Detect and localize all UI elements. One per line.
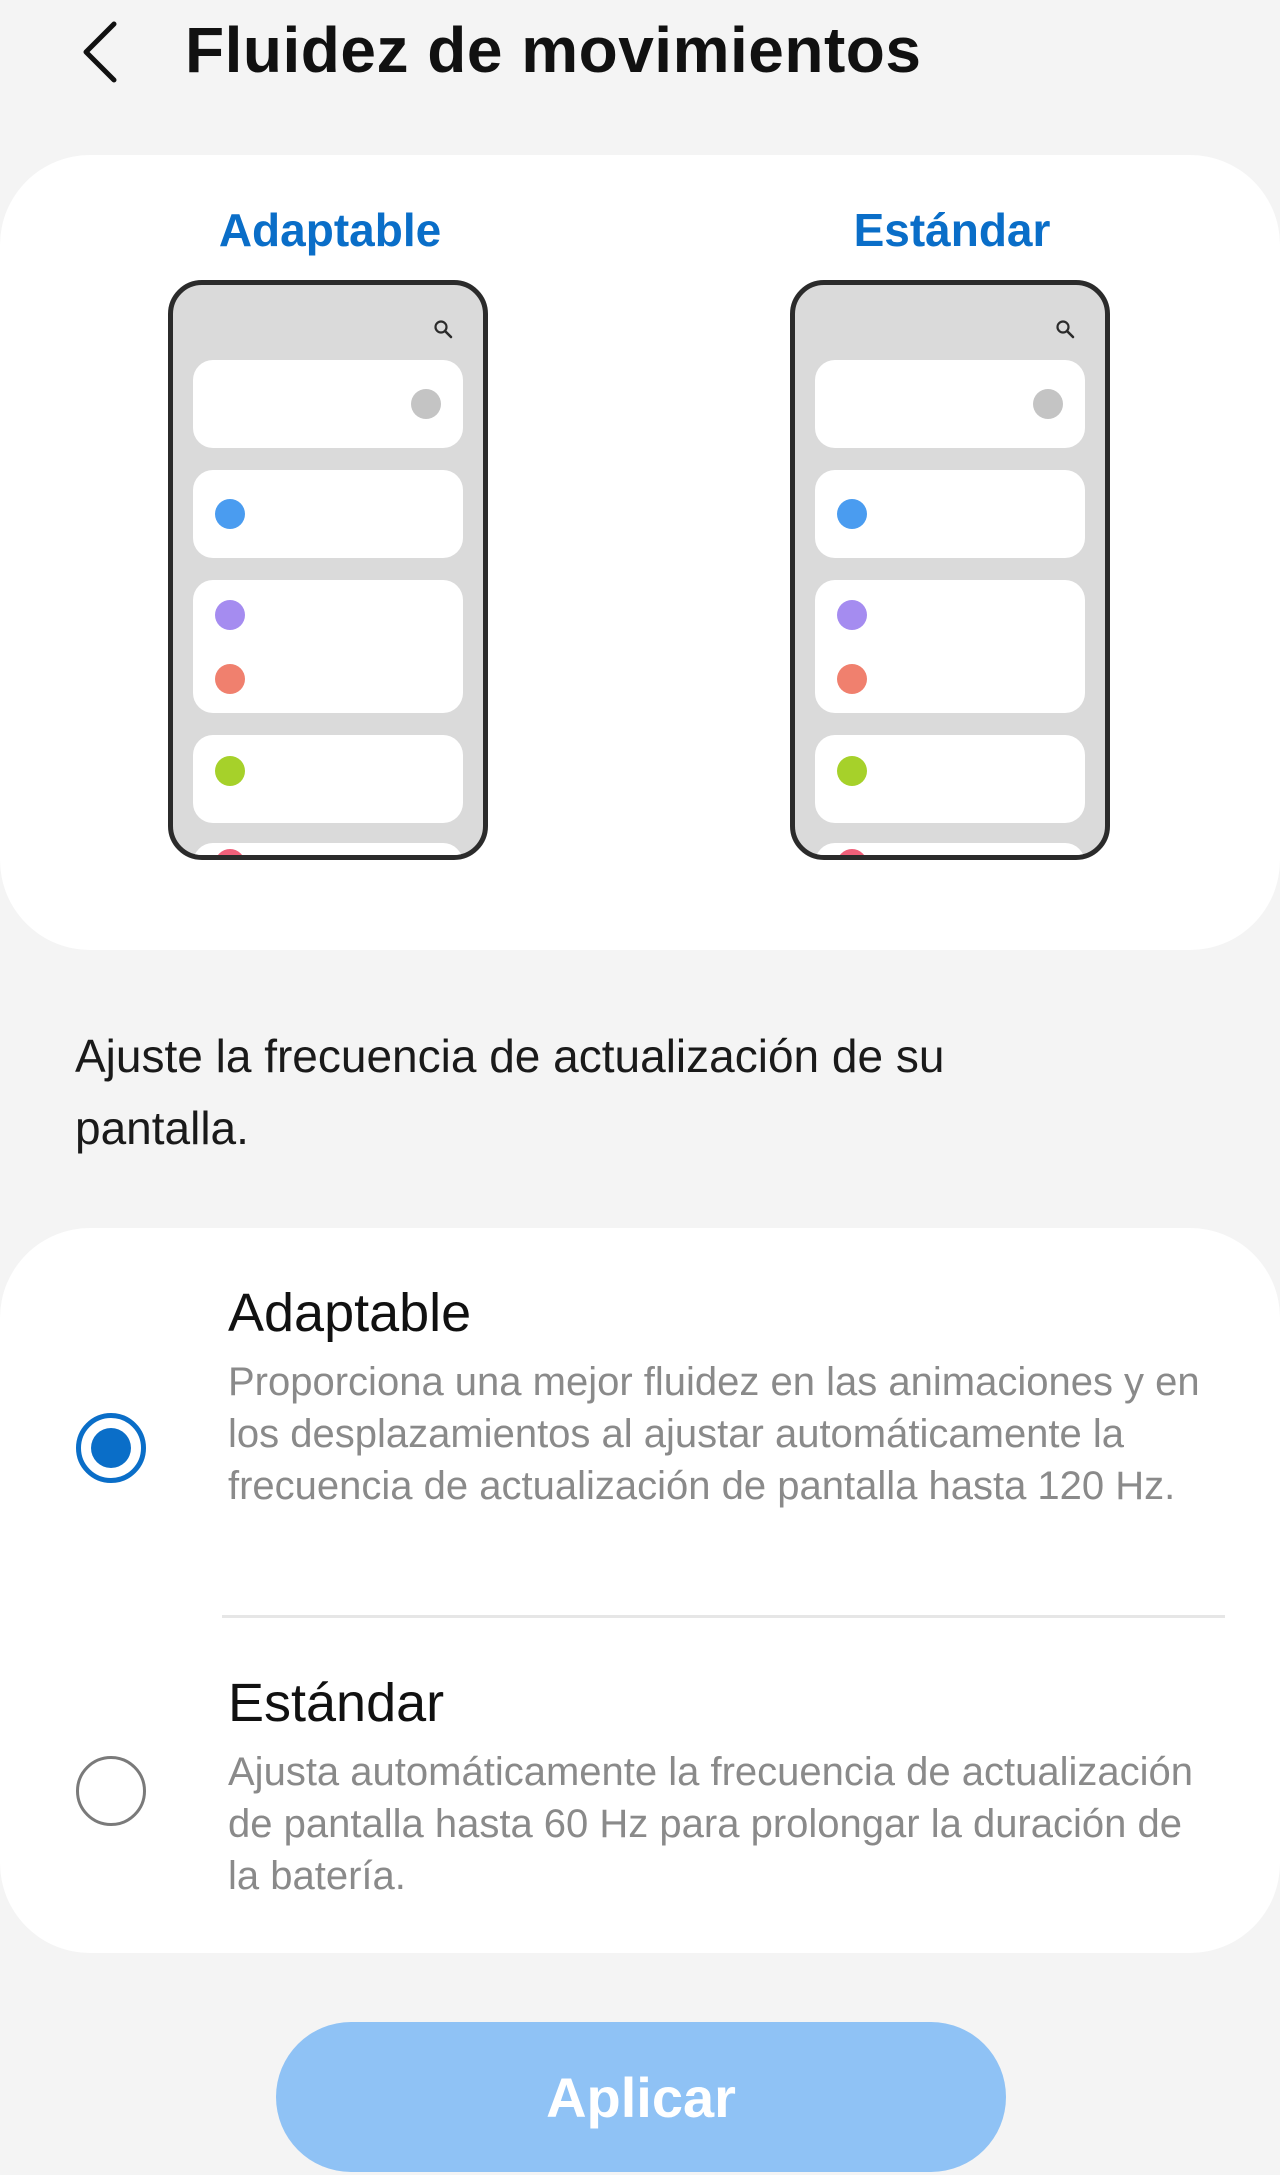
radio-button-unselected[interactable]: [76, 1756, 146, 1826]
description-text: Ajuste la frecuencia de actualización de…: [75, 1030, 945, 1154]
mini-card: [815, 735, 1085, 823]
mini-card: [193, 470, 463, 558]
phone-illustration: [168, 280, 488, 860]
preview-card: Adaptable Estándar: [0, 155, 1280, 950]
header: Fluidez de movimientos: [0, 0, 1280, 110]
radio-button-selected[interactable]: [76, 1413, 146, 1483]
phone-illustration: [790, 280, 1110, 860]
search-icon: [434, 320, 453, 339]
option-adaptable[interactable]: Adaptable Proporciona una mejor fluidez …: [0, 1278, 1280, 1598]
options-card: Adaptable Proporciona una mejor fluidez …: [0, 1228, 1280, 1953]
radio-dot: [91, 1428, 131, 1468]
pink-dot: [215, 849, 245, 855]
mini-card: [815, 843, 1085, 855]
preview-label-adaptable: Adaptable: [218, 204, 442, 256]
chevron-left-icon: [83, 21, 117, 83]
search-icon: [1056, 320, 1075, 339]
mini-card: [193, 360, 463, 448]
gray-dot: [1033, 389, 1063, 419]
green-dot: [837, 756, 867, 786]
option-estandar[interactable]: Estándar Ajusta automáticamente la frecu…: [0, 1668, 1280, 1938]
pink-dot: [837, 849, 867, 855]
apply-button[interactable]: Aplicar: [276, 2022, 1006, 2172]
mini-card: [815, 470, 1085, 558]
option-title-estandar: Estándar: [228, 1673, 445, 1733]
mini-card: [193, 580, 463, 713]
blue-dot: [215, 499, 245, 529]
green-dot: [215, 756, 245, 786]
back-button[interactable]: [70, 12, 130, 92]
coral-dot: [215, 664, 245, 694]
preview-adaptable: Adaptable: [165, 200, 495, 860]
gray-dot: [411, 389, 441, 419]
option-description-adaptable: Proporciona una mejor fluidez en las ani…: [228, 1360, 1200, 1508]
preview-label-estandar: Estándar: [853, 204, 1051, 256]
option-description-estandar: Ajusta automáticamente la frecuencia de …: [228, 1750, 1193, 1898]
purple-dot: [837, 600, 867, 630]
mini-card: [815, 580, 1085, 713]
option-title-adaptable: Adaptable: [228, 1283, 472, 1343]
mini-card: [193, 735, 463, 823]
divider: [222, 1615, 1225, 1618]
page-title: Fluidez de movimientos: [185, 14, 922, 86]
preview-estandar: Estándar: [787, 200, 1117, 860]
mini-card: [193, 843, 463, 855]
coral-dot: [837, 664, 867, 694]
blue-dot: [837, 499, 867, 529]
purple-dot: [215, 600, 245, 630]
mini-card: [815, 360, 1085, 448]
